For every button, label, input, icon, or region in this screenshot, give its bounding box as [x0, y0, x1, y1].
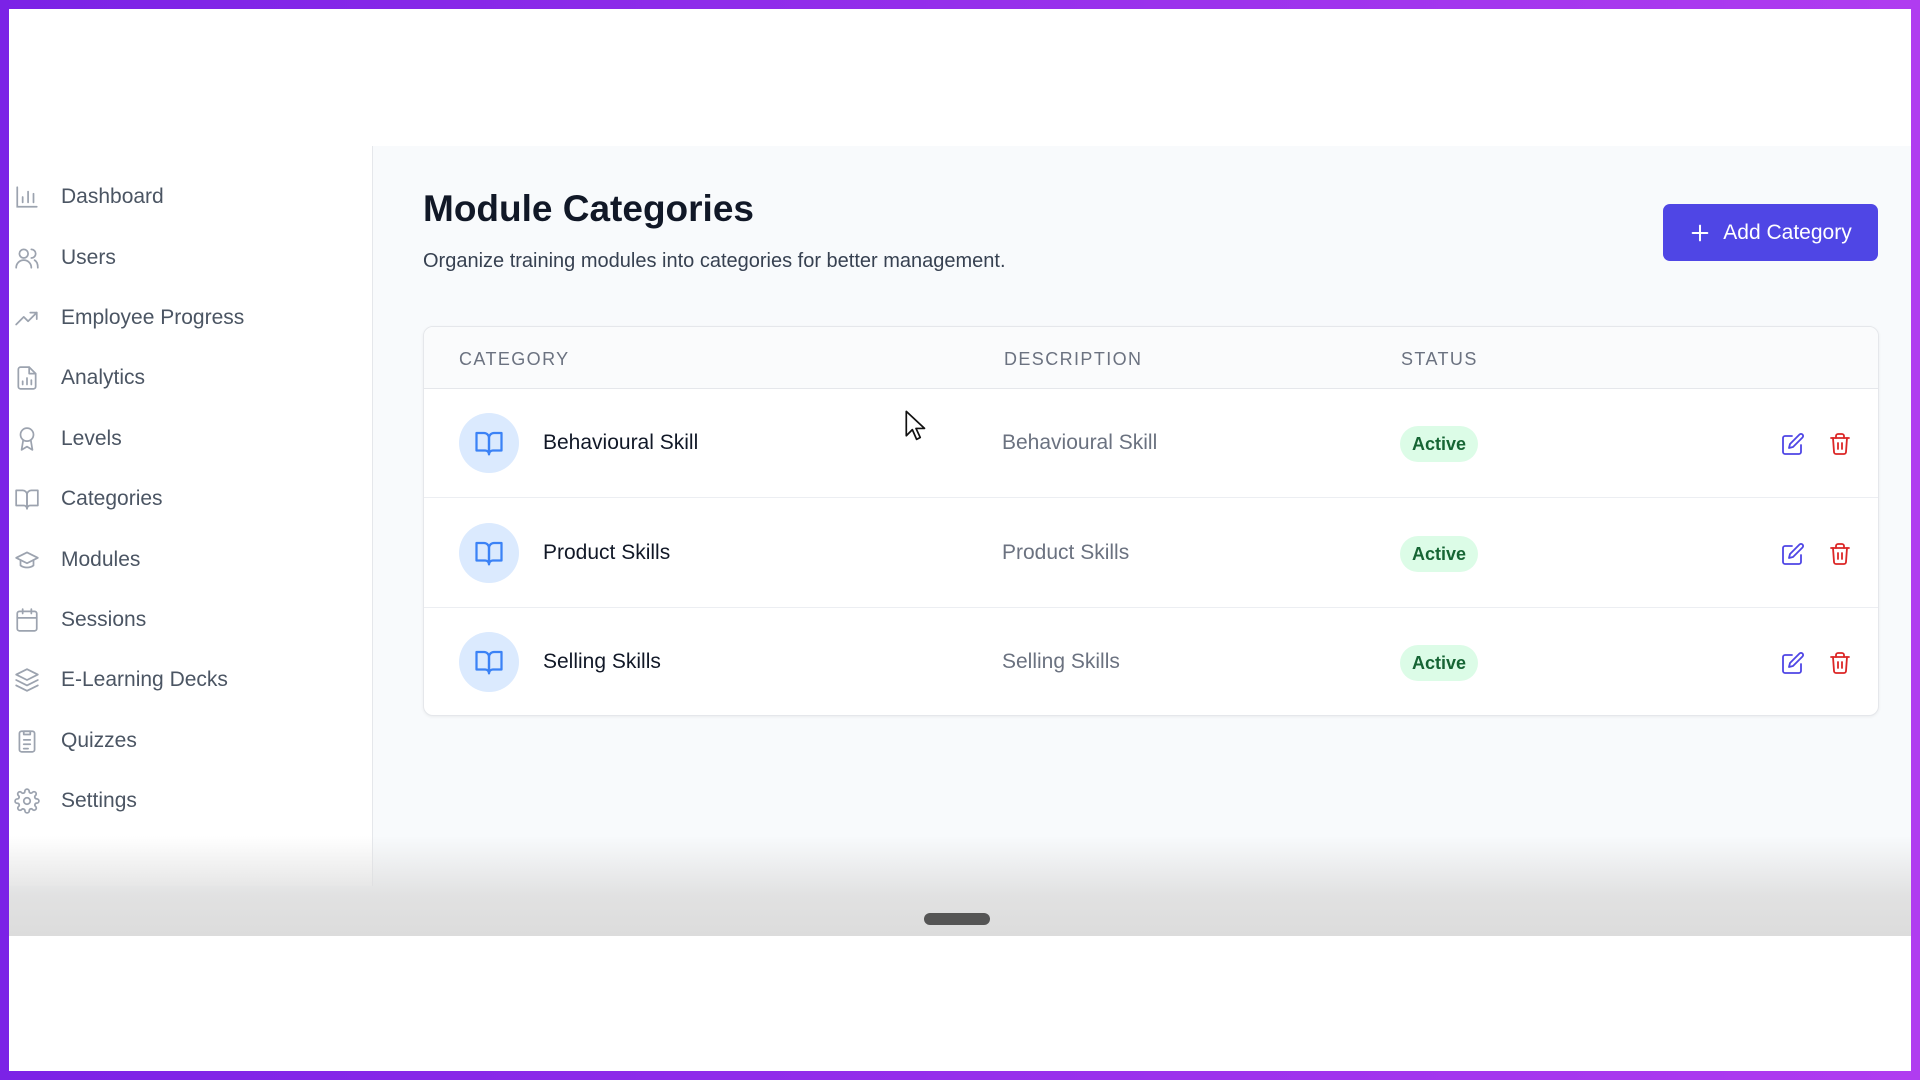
edit-icon — [1782, 543, 1804, 565]
trash-icon — [1830, 652, 1850, 674]
category-name: Selling Skills — [543, 650, 661, 673]
gear-icon — [14, 788, 40, 814]
category-description: Product Skills — [1002, 541, 1130, 564]
page-subtitle: Organize training modules into categorie… — [423, 250, 1006, 272]
sidebar-item-label: E-Learning Decks — [61, 668, 228, 691]
edit-icon — [1782, 652, 1804, 674]
add-category-label: Add Category — [1723, 220, 1852, 244]
table-row: Selling Skills Selling Skills Active — [424, 608, 1878, 715]
categories-table: CATEGORY DESCRIPTION STATUS Behavioural … — [423, 326, 1879, 716]
clipboard-list-icon — [14, 728, 40, 754]
book-open-icon — [459, 413, 519, 473]
table-header: CATEGORY DESCRIPTION STATUS — [424, 327, 1878, 389]
award-icon — [14, 426, 40, 452]
layers-icon — [14, 667, 40, 693]
status-badge: Active — [1400, 426, 1479, 462]
sidebar-item-settings[interactable]: Settings — [9, 776, 373, 824]
sidebar-item-levels[interactable]: Levels — [9, 414, 373, 462]
sidebar-item-label: Dashboard — [61, 185, 164, 208]
delete-button[interactable] — [1826, 649, 1854, 677]
plus-icon — [1689, 222, 1711, 244]
sidebar: Dashboard Users Employee Progress Analyt… — [9, 146, 373, 886]
add-category-button[interactable]: Add Category — [1663, 204, 1878, 261]
calendar-icon — [14, 607, 40, 633]
category-description: Behavioural Skill — [1002, 431, 1158, 454]
mouse-cursor-icon — [905, 410, 926, 441]
sidebar-item-label: Analytics — [61, 366, 146, 389]
category-name: Product Skills — [543, 541, 671, 564]
book-open-icon — [459, 632, 519, 692]
category-description: Selling Skills — [1002, 650, 1120, 673]
bar-chart-icon — [14, 184, 40, 210]
screen-frame: Dashboard Users Employee Progress Analyt… — [9, 9, 1911, 1071]
sidebar-item-dashboard[interactable]: Dashboard — [9, 172, 373, 220]
app-window: Dashboard Users Employee Progress Analyt… — [9, 146, 1911, 936]
sidebar-item-label: Employee Progress — [61, 306, 245, 329]
table-row: Product Skills Product Skills Active — [424, 499, 1878, 608]
column-header-category: CATEGORY — [459, 349, 570, 369]
sidebar-item-label: Modules — [61, 548, 141, 571]
column-header-status: STATUS — [1401, 349, 1478, 369]
file-chart-icon — [14, 365, 40, 391]
table-row: Behavioural Skill Behavioural Skill Acti… — [424, 389, 1878, 498]
users-icon — [14, 245, 40, 271]
drag-handle[interactable] — [924, 913, 990, 925]
trash-icon — [1830, 543, 1850, 565]
sidebar-item-quizzes[interactable]: Quizzes — [9, 716, 373, 764]
sidebar-item-categories[interactable]: Categories — [9, 474, 373, 522]
edit-button[interactable] — [1779, 540, 1807, 568]
graduation-cap-icon — [14, 547, 40, 573]
trending-up-icon — [14, 305, 40, 331]
status-badge: Active — [1400, 536, 1479, 572]
sidebar-item-modules[interactable]: Modules — [9, 535, 373, 583]
sidebar-item-label: Settings — [61, 789, 137, 812]
sidebar-item-label: Users — [61, 246, 116, 269]
sidebar-item-label: Levels — [61, 427, 122, 450]
sidebar-item-users[interactable]: Users — [9, 233, 373, 281]
status-badge: Active — [1400, 645, 1479, 681]
book-open-icon — [459, 523, 519, 583]
main-content: Module Categories Organize training modu… — [373, 146, 1911, 936]
category-name: Behavioural Skill — [543, 431, 699, 454]
book-open-icon — [14, 486, 40, 512]
sidebar-item-e-learning-decks[interactable]: E-Learning Decks — [9, 655, 373, 703]
column-header-description: DESCRIPTION — [1004, 349, 1143, 369]
sidebar-item-label: Quizzes — [61, 729, 137, 752]
trash-icon — [1830, 433, 1850, 455]
edit-button[interactable] — [1779, 430, 1807, 458]
sidebar-item-analytics[interactable]: Analytics — [9, 353, 373, 401]
sidebar-item-sessions[interactable]: Sessions — [9, 595, 373, 643]
delete-button[interactable] — [1826, 430, 1854, 458]
edit-button[interactable] — [1779, 649, 1807, 677]
sidebar-item-label: Categories — [61, 487, 163, 510]
edit-icon — [1782, 433, 1804, 455]
page-title: Module Categories — [423, 188, 754, 229]
sidebar-item-label: Sessions — [61, 608, 147, 631]
sidebar-item-employee-progress[interactable]: Employee Progress — [9, 293, 373, 341]
delete-button[interactable] — [1826, 540, 1854, 568]
